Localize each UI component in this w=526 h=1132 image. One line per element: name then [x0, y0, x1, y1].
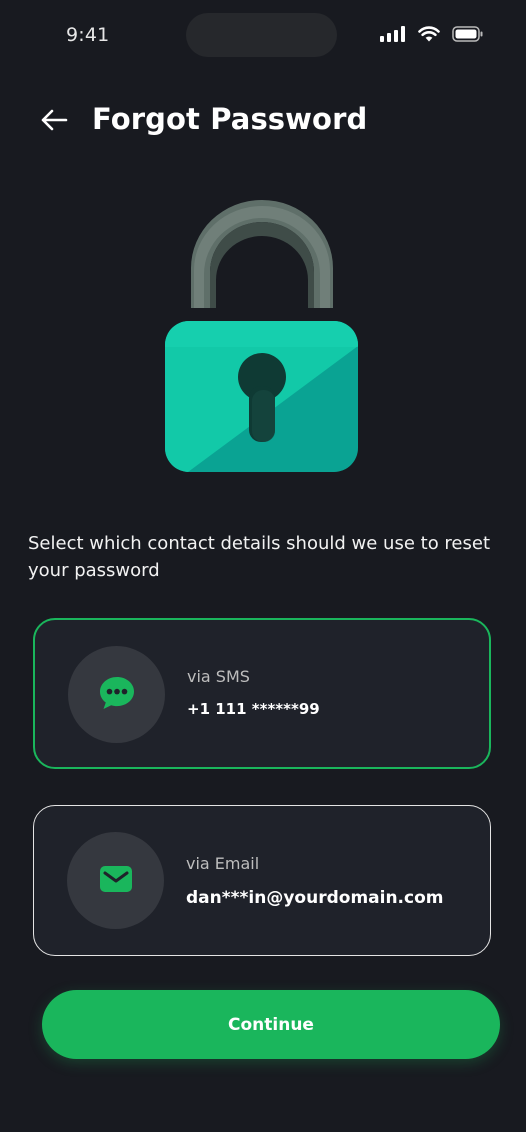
sms-icon-circle [68, 646, 165, 743]
forgot-password-screen: 9:41 Forgot Password Select which contac… [0, 0, 526, 1132]
email-option-card[interactable]: via Email dan***in@yourdomain.com [33, 805, 491, 956]
status-time: 9:41 [66, 24, 110, 46]
signal-icon [380, 26, 406, 46]
chat-bubble-icon [98, 675, 136, 715]
battery-icon [452, 26, 484, 46]
email-method-label: via Email [186, 854, 260, 873]
envelope-icon [99, 865, 133, 897]
back-button[interactable] [36, 104, 72, 140]
continue-button[interactable]: Continue [42, 990, 500, 1059]
instruction-text: Select which contact details should we u… [28, 533, 491, 581]
sms-option-card[interactable]: via SMS +1 111 ******99 [33, 618, 491, 769]
email-address-value: dan***in@yourdomain.com [186, 888, 444, 908]
padlock-icon [164, 200, 360, 474]
arrow-left-icon [40, 108, 68, 136]
status-icons [380, 26, 484, 46]
wifi-icon [418, 26, 440, 46]
dynamic-island [186, 13, 337, 57]
sms-phone-value: +1 111 ******99 [187, 700, 320, 718]
email-icon-circle [67, 832, 164, 929]
page-title: Forgot Password [92, 102, 368, 136]
sms-method-label: via SMS [187, 667, 250, 686]
